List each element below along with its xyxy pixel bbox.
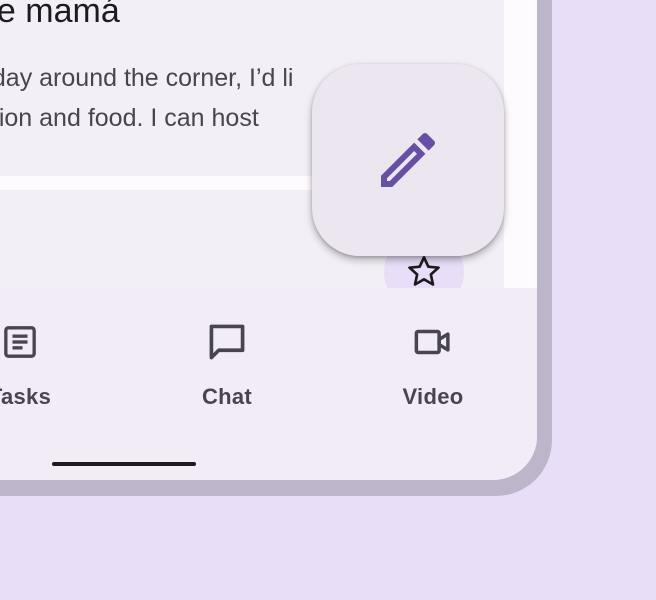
compose-fab[interactable] [312,64,504,256]
app-stage: de mamá nday around the corner, I’d li a… [0,0,656,600]
nav-label: Tasks [0,384,52,409]
bottom-navigation: Tasks Chat Video [0,288,537,480]
home-indicator[interactable] [52,462,196,466]
nav-label: Chat [201,384,253,409]
chat-icon [203,318,251,366]
tasks-icon [0,318,44,366]
nav-item-video[interactable]: Video [373,318,493,410]
nav-item-chat[interactable]: Chat [167,318,287,410]
email-subject: de mamá [0,0,120,30]
video-icon [409,318,457,366]
pencil-icon [381,132,436,187]
star-outline-icon [408,255,440,286]
nav-label: Video [402,384,464,409]
nav-item-tasks[interactable]: Tasks [0,318,80,410]
